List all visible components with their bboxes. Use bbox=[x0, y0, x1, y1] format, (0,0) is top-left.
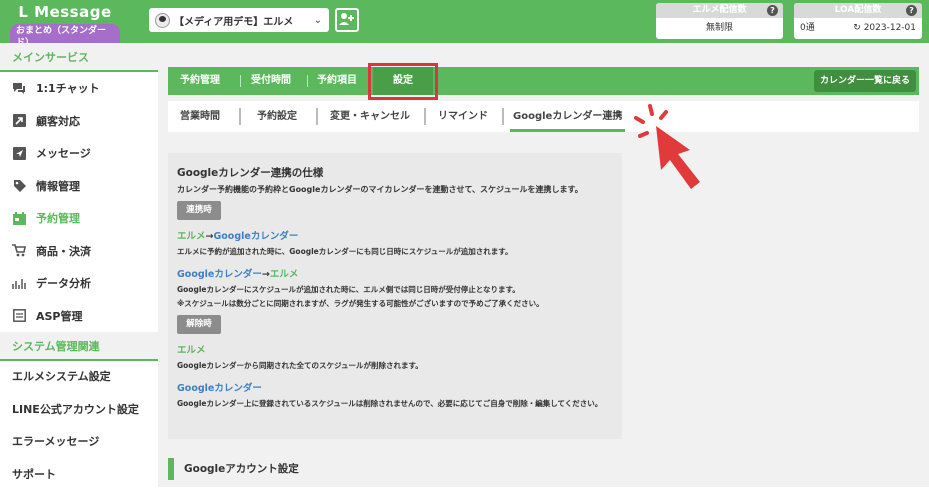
sidebar-item-label: 情報管理 bbox=[36, 178, 80, 194]
back-to-calendar-button[interactable]: カレンダー一覧に戻る bbox=[814, 70, 916, 92]
settings-subtabs: 営業時間 予約設定 変更・キャンセル リマインド Googleカレンダー連携 bbox=[168, 101, 919, 132]
arrow-right-icon: → bbox=[262, 269, 270, 280]
erume-counter-label: エルメ配信数 bbox=[692, 5, 746, 15]
erume-counter-value: 無制限 bbox=[656, 18, 783, 39]
sidebar-item-label: ASP管理 bbox=[36, 308, 83, 324]
sidebar-item-label: データ分析 bbox=[36, 275, 91, 291]
tab-reservation[interactable]: 予約管理 bbox=[180, 67, 220, 95]
sidebar-item-label: メッセージ bbox=[36, 145, 91, 161]
sync-note: ※スケジュールは数分ごとに同期されますが、ラグが発生する可能性がございますので予… bbox=[177, 298, 613, 310]
sidebar-item-products[interactable]: 商品・決済 bbox=[0, 235, 158, 268]
google-calendar-spec-card: Googleカレンダー連携の仕様 カレンダー予約機能の予約枠とGoogleカレン… bbox=[168, 153, 622, 439]
tag-icon bbox=[12, 179, 26, 193]
erume-counter: エルメ配信数? 無制限 bbox=[656, 3, 783, 39]
sidebar-item-label: 1:1チャット bbox=[36, 80, 100, 96]
brand-name: L Message bbox=[10, 3, 120, 21]
account-name: 【メディア用デモ】エルメ bbox=[174, 13, 293, 28]
unlink-erume-text: Googleカレンダーから同期された全てのスケジュールが削除されます。 bbox=[177, 360, 613, 372]
chat-icon bbox=[12, 81, 26, 95]
google-account-section-title: Googleアカウント設定 bbox=[168, 458, 468, 480]
sidebar-item-chat[interactable]: 1:1チャット bbox=[0, 72, 158, 105]
spec-title: Googleカレンダー連携の仕様 bbox=[177, 165, 613, 180]
sidebar-item-asp[interactable]: ASP管理 bbox=[0, 300, 158, 333]
sidebar-item-customer[interactable]: 顧客対応 bbox=[0, 105, 158, 138]
loa-counter-label: LOA配信数 bbox=[835, 5, 882, 15]
unlink-erume-label: エルメ bbox=[177, 345, 206, 356]
badge-unlinked: 解除時 bbox=[177, 315, 221, 334]
calendar-icon bbox=[12, 211, 26, 225]
sidebar-item-reservation[interactable]: 予約管理 bbox=[0, 202, 158, 235]
divider bbox=[240, 75, 241, 87]
sidebar-item-error-messages[interactable]: エラーメッセージ bbox=[0, 426, 158, 459]
subtab-google-calendar[interactable]: Googleカレンダー連携 bbox=[510, 101, 625, 132]
asp-icon bbox=[12, 309, 26, 323]
sidebar-item-label: 予約管理 bbox=[36, 210, 80, 226]
subtab-change-cancel[interactable]: 変更・キャンセル bbox=[330, 101, 410, 132]
sidebar-section-system: システム管理関連 bbox=[0, 332, 158, 361]
loa-refresh[interactable]: ↻ 2023-12-01 bbox=[853, 18, 916, 39]
sync-target: Googleカレンダー bbox=[213, 231, 298, 242]
unlink-google-label: Googleカレンダー bbox=[177, 383, 262, 394]
badge-linked: 連携時 bbox=[177, 201, 221, 220]
main-content: 予約管理 受付時間 予約項目 設定 カレンダー一覧に戻る 営業時間 予約設定 変… bbox=[158, 43, 929, 487]
sidebar-item-label: 顧客対応 bbox=[36, 113, 80, 129]
sidebar-item-info[interactable]: 情報管理 bbox=[0, 170, 158, 203]
sidebar-item-label: 商品・決済 bbox=[36, 243, 91, 259]
spec-description: カレンダー予約機能の予約枠とGoogleカレンダーのマイカレンダーを連動させて、… bbox=[177, 184, 613, 196]
add-user-glyph bbox=[337, 10, 357, 28]
sync-direction-2: Googleカレンダー→エルメ bbox=[177, 266, 613, 280]
divider bbox=[316, 108, 318, 125]
sync-target: エルメ bbox=[270, 269, 299, 280]
refresh-icon: ↻ bbox=[853, 23, 861, 33]
help-icon[interactable]: ? bbox=[906, 5, 917, 16]
chevron-down-icon: ⌄ bbox=[314, 15, 322, 26]
divider bbox=[239, 108, 241, 125]
unlink-google-text: Googleカレンダー上に登録されているスケジュールは削除されませんので、必要に… bbox=[177, 398, 613, 410]
subtab-business-hours[interactable]: 営業時間 bbox=[180, 101, 220, 132]
add-user-icon[interactable] bbox=[335, 8, 359, 32]
divider bbox=[307, 75, 308, 87]
sync-source: エルメ bbox=[177, 231, 206, 242]
arrow-box-icon bbox=[12, 114, 26, 128]
reservation-nav: 予約管理 受付時間 予約項目 設定 カレンダー一覧に戻る bbox=[168, 67, 919, 95]
loa-counter-date: 2023-12-01 bbox=[864, 23, 916, 33]
unlink-google-title: Googleカレンダー bbox=[177, 380, 613, 394]
cart-icon bbox=[12, 244, 26, 258]
divider bbox=[502, 108, 504, 125]
chart-icon bbox=[12, 276, 26, 290]
sync-source: Googleカレンダー bbox=[177, 269, 262, 280]
unlink-erume-title: エルメ bbox=[177, 342, 613, 356]
divider bbox=[424, 108, 426, 125]
sidebar-item-line-settings[interactable]: LINE公式アカウント設定 bbox=[0, 394, 158, 427]
loa-counter-value: 0通 bbox=[800, 18, 815, 39]
tab-reception-time[interactable]: 受付時間 bbox=[251, 67, 291, 95]
tab-reservation-items[interactable]: 予約項目 bbox=[317, 67, 357, 95]
subtab-remind[interactable]: リマインド bbox=[438, 101, 488, 132]
sidebar-section-main: メインサービス bbox=[0, 43, 158, 72]
sync-direction-1-text: エルメに予約が追加された時に、Googleカレンダーにも同じ日時にスケジュールが… bbox=[177, 246, 613, 258]
sync-direction-2-text: Googleカレンダーにスケジュールが追加された時に、エルメ側では同じ日時が受付… bbox=[177, 284, 613, 296]
settings-highlight-box bbox=[368, 63, 438, 100]
sidebar-item-message[interactable]: メッセージ bbox=[0, 137, 158, 170]
sync-direction-1: エルメ→Googleカレンダー bbox=[177, 228, 613, 242]
top-bar: L Message おまとめ（スタンダード） 【メディア用デモ】エルメ ⌄ エル… bbox=[0, 0, 929, 43]
pointer-cursor-icon bbox=[628, 98, 738, 208]
sidebar-item-support[interactable]: サポート bbox=[0, 459, 158, 491]
subtab-reservation-settings[interactable]: 予約設定 bbox=[257, 101, 297, 132]
sidebar: メインサービス 1:1チャット 顧客対応 メッセージ 情報管理 予約管理 商品・… bbox=[0, 43, 158, 487]
help-icon[interactable]: ? bbox=[767, 5, 778, 16]
sidebar-item-system-settings[interactable]: エルメシステム設定 bbox=[0, 361, 158, 394]
sidebar-item-analytics[interactable]: データ分析 bbox=[0, 267, 158, 300]
send-icon bbox=[12, 146, 26, 160]
account-selector[interactable]: 【メディア用デモ】エルメ ⌄ bbox=[149, 8, 329, 32]
loa-counter: LOA配信数? 0通 ↻ 2023-12-01 bbox=[794, 3, 922, 39]
avatar bbox=[155, 13, 170, 28]
